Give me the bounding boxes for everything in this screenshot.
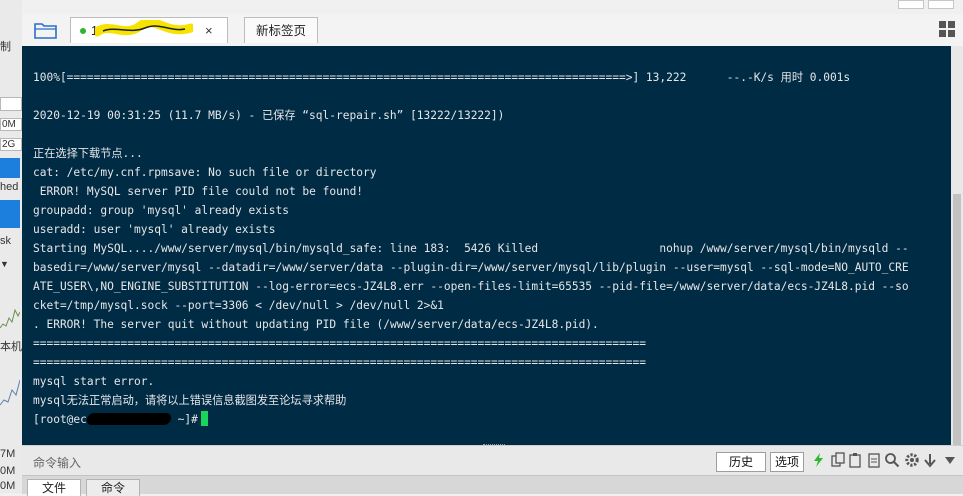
strip-text: hed [0,181,19,193]
strip-sparkline-icon [0,308,20,329]
grid-layout-icon[interactable] [939,21,955,37]
strip-value: 2G [0,138,22,151]
terminal-line: ERROR! MySQL server PID file could not b… [33,185,364,198]
lightning-icon[interactable] [811,452,827,468]
tab-session-active[interactable]: 1 × [70,17,228,43]
connected-status-icon [80,28,86,34]
terminal-line: 100%[===================================… [33,71,851,84]
shell-prompt[interactable]: [root@ec ~]# [33,410,945,429]
strip-text: sk [0,235,11,247]
tab-new-tab[interactable]: 新标签页 [244,17,318,43]
strip-dropdown-icon: ▼ [0,259,9,269]
terminal-line: ========================================… [33,337,646,350]
terminal-line: cket=/tmp/mysql.sock --port=3306 < /dev/… [33,299,444,312]
history-button[interactable]: 历史 [716,452,766,472]
strip-text: 0M [0,465,16,477]
terminal-line: 2020-12-19 00:31:25 (11.7 MB/s) - 已保存 “s… [33,109,505,122]
strip-text: 0M [0,480,16,492]
window-control[interactable] [928,0,954,9]
clipboard-icon[interactable] [866,452,882,468]
terminal-line: ========================================… [33,356,646,369]
strip-field [0,97,22,111]
bottom-tab-bar: 文件 命令 [22,475,963,496]
strip-text: 7M [0,448,16,460]
terminal-line: 正在选择下载节点... [33,147,143,160]
terminal-output[interactable]: 100%[===================================… [22,46,951,445]
hostname-redaction [85,413,173,425]
options-button[interactable]: 选项 [770,452,804,472]
tab-files[interactable]: 文件 [27,479,82,496]
scrollbar-thumb[interactable] [953,194,961,446]
download-arrow-icon[interactable] [922,452,938,468]
terminal-line: cat: /etc/my.cnf.rpmsave: No such file o… [33,166,377,179]
command-input-bar: 命令输入 历史 选项 [22,444,963,476]
strip-value: 0M [0,118,22,131]
terminal-line: basedir=/www/server/mysql --datadir=/www… [33,261,909,274]
prompt-prefix: [root@ec [33,413,87,426]
terminal-line: Starting MySQL..../www/server/mysql/bin/… [33,242,909,255]
terminal-scrollbar[interactable] [951,46,963,446]
terminal-cursor [200,411,208,426]
tab-close-icon[interactable]: × [205,18,213,44]
folder-icon[interactable] [34,20,58,40]
redaction-scribble [95,20,193,37]
strip-text: 本机 [0,341,22,353]
tab-commands[interactable]: 命令 [86,479,141,496]
terminal-line: . ERROR! The server quit without updatin… [33,318,599,331]
terminal-line: groupadd: group 'mysql' already exists [33,204,289,217]
terminal-lines: 100%[===================================… [33,68,945,429]
resize-grip[interactable] [483,444,505,448]
terminal-line: mysql无法正常启动，请将以上错误信息截图发至论坛寻求帮助 [33,394,347,407]
terminal-line: mysql start error. [33,375,155,388]
background-app-strip: 制 0M 2G hed sk ▼ 本机 7M 0M 0M [0,0,22,493]
prompt-suffix: ~]# [170,413,198,426]
strip-highlight [0,158,20,178]
command-input[interactable]: 命令输入 [33,454,81,471]
window-control[interactable] [898,0,924,9]
search-icon[interactable] [884,452,900,468]
paste-icon[interactable] [848,452,864,468]
window-controls-fragment [898,0,963,14]
strip-chart-icon [0,379,20,406]
terminal-line: ATE_USER\,NO_ENGINE_SUBSTITUTION --log-e… [33,280,909,293]
copy-icon[interactable] [830,452,846,468]
session-tab-bar: 1 × 新标签页 [22,14,963,47]
expand-triangle-icon[interactable] [942,452,958,468]
strip-highlight [0,200,20,228]
gear-icon[interactable] [904,452,920,468]
terminal-line: useradd: user 'mysql' already exists [33,223,276,236]
strip-text: 制 [0,41,11,53]
